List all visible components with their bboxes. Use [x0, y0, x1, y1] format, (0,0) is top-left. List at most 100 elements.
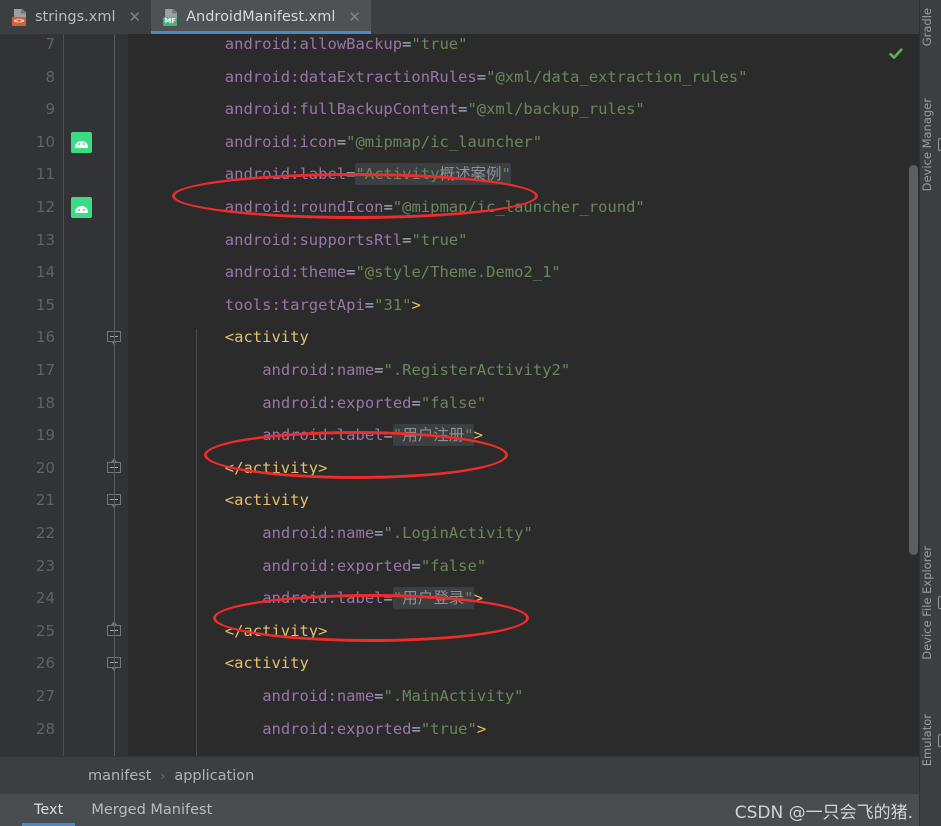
tool-button-label: Gradle [920, 8, 934, 47]
line-number-label: 26 [35, 654, 55, 673]
code-token: = [336, 132, 347, 151]
code-token: android:name [262, 361, 375, 379]
code-token: android:label [262, 589, 384, 608]
code-token: </activity> [224, 458, 328, 477]
editor-tab-androidmanifest-xml[interactable]: MF AndroidManifest.xml ✕ [151, 0, 371, 34]
code-line[interactable]: android:exported="false" [128, 550, 920, 583]
code-line[interactable]: android:allowBackup="true" [128, 34, 920, 61]
code-line-text: android:label="Activity概述案例" [225, 158, 511, 191]
line-number-label: 23 [35, 556, 55, 575]
line-number-label: 11 [35, 165, 55, 184]
code-token: = [476, 67, 487, 86]
line-number: 11 [0, 158, 63, 191]
code-token: = [383, 589, 393, 608]
android-icon[interactable] [71, 197, 92, 218]
line-number: 21 [0, 484, 63, 517]
right-tool-window-strip: Gradle Device Manager Device File Explor… [919, 0, 941, 826]
code-token: 用户登录 [402, 587, 465, 610]
line-number-label: 27 [35, 687, 55, 705]
line-number-label: 28 [35, 719, 55, 738]
tab-text-label: Text [34, 802, 64, 818]
code-token: " [392, 424, 403, 447]
tool-button-device-file-explorer[interactable]: Device File Explorer [920, 546, 941, 660]
code-line[interactable]: android:exported="true"> [128, 713, 920, 746]
code-token: = [411, 719, 421, 738]
tab-merged-manifest[interactable]: Merged Manifest [77, 794, 226, 826]
code-token: android:supportsRtl [224, 230, 403, 249]
green-check-icon[interactable] [888, 46, 904, 62]
code-token: "31" [374, 295, 412, 314]
line-number-label: 8 [45, 67, 55, 86]
code-token: = [411, 556, 421, 575]
code-line[interactable]: android:exported="false" [128, 387, 920, 420]
code-token: android:roundIcon [224, 198, 384, 216]
fold-guide-line [114, 524, 115, 756]
code-line[interactable]: <activity [128, 647, 920, 680]
code-line[interactable]: </activity> [128, 615, 920, 648]
indent-guide [196, 329, 197, 499]
code-line[interactable]: tools:targetApi="31"> [128, 289, 920, 322]
line-number: 7 [0, 34, 63, 61]
line-number: 16 [0, 321, 63, 354]
vertical-scrollbar-thumb[interactable] [909, 165, 918, 555]
code-token: ".RegisterActivity2" [383, 361, 571, 379]
code-folding-strip[interactable] [102, 34, 129, 756]
code-line[interactable]: android:theme="@style/Theme.Demo2_1" [128, 256, 920, 289]
code-line-text: android:dataExtractionRules="@xml/data_e… [225, 61, 748, 94]
code-line[interactable]: android:label="用户登录"> [128, 582, 920, 615]
code-line[interactable]: android:label="Activity概述案例" [128, 158, 920, 191]
code-token: = [411, 393, 421, 412]
code-line[interactable]: android:icon="@mipmap/ic_launcher" [128, 126, 920, 159]
code-line-text: android:roundIcon="@mipmap/ic_launcher_r… [225, 191, 645, 224]
tab-text[interactable]: Text [20, 794, 77, 826]
tool-button-emulator[interactable]: Emulator [920, 714, 941, 766]
code-line[interactable]: </activity> [128, 452, 920, 485]
editor-tab-label: AndroidManifest.xml [186, 9, 336, 25]
code-token: android:allowBackup [224, 35, 403, 53]
xml-file-icon: <> [12, 8, 28, 26]
editor-tab-strings-xml[interactable]: <> strings.xml ✕ [0, 0, 151, 34]
line-number-label: 12 [35, 198, 55, 216]
code-token: "true" [420, 719, 477, 738]
line-number-label: 19 [35, 426, 55, 445]
line-number: 12 [0, 191, 63, 224]
code-token: > [473, 426, 483, 445]
code-line[interactable]: android:name=".RegisterActivity2" [128, 354, 920, 387]
android-icon[interactable] [71, 131, 92, 153]
tool-button-gradle[interactable]: Gradle [920, 8, 941, 46]
breadcrumb-item-manifest[interactable]: manifest [88, 768, 152, 784]
code-line[interactable]: <activity [128, 321, 920, 354]
code-line[interactable]: android:roundIcon="@mipmap/ic_launcher_r… [128, 191, 920, 224]
code-line-text: </activity> [225, 452, 328, 485]
close-icon[interactable]: ✕ [348, 9, 361, 25]
close-icon[interactable]: ✕ [129, 9, 142, 25]
code-line-text: android:exported="false" [262, 387, 486, 420]
code-line-text: </activity> [225, 615, 328, 648]
code-line-text: android:name=".MainActivity" [262, 680, 523, 713]
code-line-text: android:theme="@style/Theme.Demo2_1" [225, 256, 561, 289]
code-text-area[interactable]: android:allowBackup="true" android:dataEx… [128, 34, 920, 756]
code-token: <activity [224, 328, 309, 347]
breadcrumb-item-application[interactable]: application [174, 768, 254, 784]
line-number-label: 22 [35, 524, 55, 542]
code-token: "@mipmap/ic_launcher_round" [392, 198, 645, 216]
code-editor[interactable]: 7 8 9 10 11 12 13 14 15 16 17 18 19 20 21 22 23 24 25 26 27 2… [0, 34, 920, 756]
tool-button-device-manager[interactable]: Device Manager [920, 98, 941, 191]
code-token: > [411, 295, 421, 314]
code-line[interactable]: android:supportsRtl="true" [128, 224, 920, 257]
code-line[interactable]: android:name=".LoginActivity" [128, 517, 920, 550]
code-line[interactable]: <activity [128, 484, 920, 517]
code-token: > [473, 589, 483, 608]
code-line[interactable]: android:fullBackupContent="@xml/backup_r… [128, 93, 920, 126]
code-token: android:fullBackupContent [224, 100, 459, 119]
code-line-text: android:allowBackup="true" [225, 34, 468, 61]
code-line[interactable]: android:label="用户注册"> [128, 419, 920, 452]
code-line[interactable]: android:dataExtractionRules="@xml/data_e… [128, 61, 920, 94]
watermark-text: CSDN @一只会飞的猪. [734, 803, 913, 823]
line-number: 20 [0, 452, 63, 485]
line-number: 23 [0, 550, 63, 583]
code-token: "@style/Theme.Demo2_1" [355, 263, 561, 282]
code-line[interactable]: android:name=".MainActivity" [128, 680, 920, 713]
code-token: = [374, 361, 384, 379]
code-line-text: android:exported="false" [262, 550, 486, 583]
